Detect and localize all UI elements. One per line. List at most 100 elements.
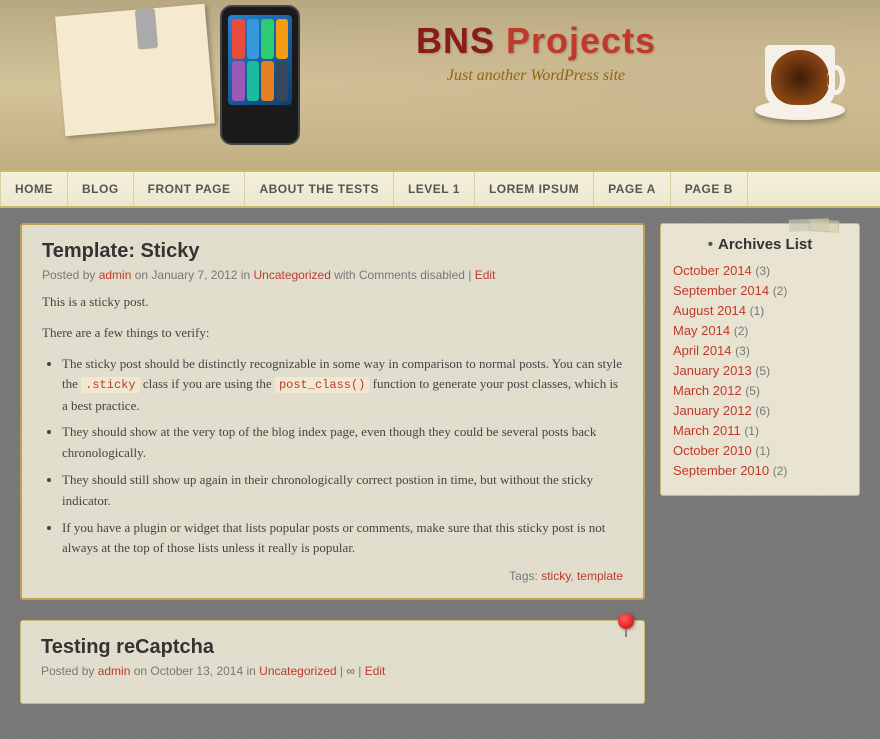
phone-app-3	[261, 19, 274, 59]
post-sticky-bullets: The sticky post should be distinctly rec…	[42, 354, 623, 560]
archive-count-2: (1)	[750, 304, 765, 318]
archive-count-3: (2)	[734, 324, 749, 338]
archive-item-5: January 2013 (5)	[673, 363, 847, 378]
post-recaptcha-category-link[interactable]: Uncategorized	[259, 664, 336, 678]
coffee-cup-body	[765, 45, 835, 110]
post-sticky-content: This is a sticky post. There are a few t…	[42, 292, 623, 559]
archive-count-10: (2)	[773, 464, 788, 478]
nav-main: HOME BLOG FRONT PAGE ABOUT THE TESTS LEV…	[0, 172, 880, 206]
archive-link-5[interactable]: January 2013	[673, 363, 752, 378]
tag-sticky[interactable]: sticky	[541, 569, 570, 583]
nav-item-page-b[interactable]: PAGE B	[671, 172, 748, 206]
phone-app-1	[232, 19, 245, 59]
post-recaptcha-permalink[interactable]: ∞	[346, 664, 355, 678]
nav-item-about-tests[interactable]: ABOUT THE TESTS	[245, 172, 394, 206]
archive-item-4: April 2014 (3)	[673, 343, 847, 358]
post-recaptcha-title: Testing reCaptcha	[41, 636, 624, 659]
tags-label: Tags:	[509, 569, 538, 583]
post-sticky-title: Template: Sticky	[42, 240, 623, 263]
site-title: BNS Projects	[416, 20, 656, 62]
post-sticky-author-link[interactable]: admin	[99, 268, 132, 282]
phone-app-5	[232, 61, 245, 101]
nav-item-front-page[interactable]: FRONT PAGE	[134, 172, 246, 206]
tape-decoration	[809, 219, 840, 233]
archive-item-2: August 2014 (1)	[673, 303, 847, 318]
post-sticky-bullet-4: If you have a plugin or widget that list…	[62, 518, 623, 560]
archive-link-10[interactable]: September 2010	[673, 463, 769, 478]
post-sticky-bullet-1: The sticky post should be distinctly rec…	[62, 354, 623, 417]
coffee-surface	[771, 50, 829, 105]
archive-link-3[interactable]: May 2014	[673, 323, 730, 338]
tag-template[interactable]: template	[577, 569, 623, 583]
navigation-bar: HOME BLOG FRONT PAGE ABOUT THE TESTS LEV…	[0, 170, 880, 208]
coffee-handle	[827, 65, 845, 95]
archive-count-7: (6)	[755, 404, 770, 418]
archive-count-1: (2)	[773, 284, 788, 298]
post-sticky-edit-link[interactable]: Edit	[475, 268, 496, 282]
post-recaptcha-edit-link[interactable]: Edit	[365, 664, 386, 678]
pushpin-icon	[618, 613, 634, 629]
site-title-rest: Projects	[495, 20, 656, 61]
archive-item-8: March 2011 (1)	[673, 423, 847, 438]
post-recaptcha: Testing reCaptcha Posted by admin on Oct…	[20, 620, 645, 704]
post-sticky-intro: This is a sticky post.	[42, 292, 623, 313]
post-recaptcha-author-link[interactable]: admin	[98, 664, 131, 678]
nav-item-blog[interactable]: BLOG	[68, 172, 134, 206]
phone-screen	[228, 15, 292, 105]
post-sticky-bullet-3: They should still show up again in their…	[62, 470, 623, 512]
phone-app-8	[276, 61, 289, 101]
archive-count-8: (1)	[744, 424, 759, 438]
archive-link-7[interactable]: January 2012	[673, 403, 752, 418]
archive-count-4: (3)	[735, 344, 750, 358]
archive-item-3: May 2014 (2)	[673, 323, 847, 338]
archive-item-1: September 2014 (2)	[673, 283, 847, 298]
post-sticky-verify: There are a few things to verify:	[42, 323, 623, 344]
phone-app-6	[247, 61, 260, 101]
site-subtitle: Just another WordPress site	[416, 67, 656, 85]
decorative-paper	[55, 4, 215, 137]
phone-app-7	[261, 61, 274, 101]
archive-item-7: January 2012 (6)	[673, 403, 847, 418]
archive-link-0[interactable]: October 2014	[673, 263, 752, 278]
archive-link-1[interactable]: September 2014	[673, 283, 769, 298]
archive-link-2[interactable]: August 2014	[673, 303, 746, 318]
archive-count-9: (1)	[755, 444, 770, 458]
archive-item-0: October 2014 (3)	[673, 263, 847, 278]
sticky-code: .sticky	[81, 377, 139, 393]
content-area: Template: Sticky Posted by admin on Janu…	[20, 223, 645, 724]
post-sticky-category-link[interactable]: Uncategorized	[253, 268, 330, 282]
archive-link-4[interactable]: April 2014	[673, 343, 732, 358]
post-recaptcha-meta: Posted by admin on October 13, 2014 in U…	[41, 664, 624, 678]
nav-item-lorem-ipsum[interactable]: LOREM IPSUM	[475, 172, 594, 206]
nav-item-page-a[interactable]: PAGE A	[594, 172, 671, 206]
post-sticky-tags: Tags: sticky, template	[42, 569, 623, 583]
post-sticky: Template: Sticky Posted by admin on Janu…	[20, 223, 645, 600]
site-header: BNS Projects Just another WordPress site	[0, 0, 880, 170]
sidebar: Archives List October 2014 (3) September…	[660, 223, 860, 724]
archive-count-0: (3)	[755, 264, 770, 278]
decorative-phone	[220, 5, 300, 145]
archive-item-9: October 2010 (1)	[673, 443, 847, 458]
nav-item-level1[interactable]: LEVEL 1	[394, 172, 475, 206]
post-sticky-bullet-2: They should show at the very top of the …	[62, 422, 623, 464]
decorative-coffee-cup	[750, 20, 850, 120]
header-title-area: BNS Projects Just another WordPress site	[416, 20, 656, 85]
phone-app-4	[276, 19, 289, 59]
archive-list: October 2014 (3) September 2014 (2) Augu…	[673, 263, 847, 478]
phone-app-2	[247, 19, 260, 59]
paper-clip	[135, 8, 158, 50]
archive-link-6[interactable]: March 2012	[673, 383, 742, 398]
site-title-bns: BNS	[416, 20, 495, 61]
archive-link-9[interactable]: October 2010	[673, 443, 752, 458]
archive-count-6: (5)	[745, 384, 760, 398]
main-wrapper: Template: Sticky Posted by admin on Janu…	[0, 208, 880, 739]
archives-title: Archives List	[673, 236, 847, 253]
post-class-code: post_class()	[275, 377, 369, 393]
archive-item-6: March 2012 (5)	[673, 383, 847, 398]
archive-item-10: September 2010 (2)	[673, 463, 847, 478]
archive-link-8[interactable]: March 2011	[673, 423, 741, 438]
archives-widget: Archives List October 2014 (3) September…	[660, 223, 860, 496]
post-sticky-meta: Posted by admin on January 7, 2012 in Un…	[42, 268, 623, 282]
nav-item-home[interactable]: HOME	[0, 172, 68, 206]
archive-count-5: (5)	[755, 364, 770, 378]
